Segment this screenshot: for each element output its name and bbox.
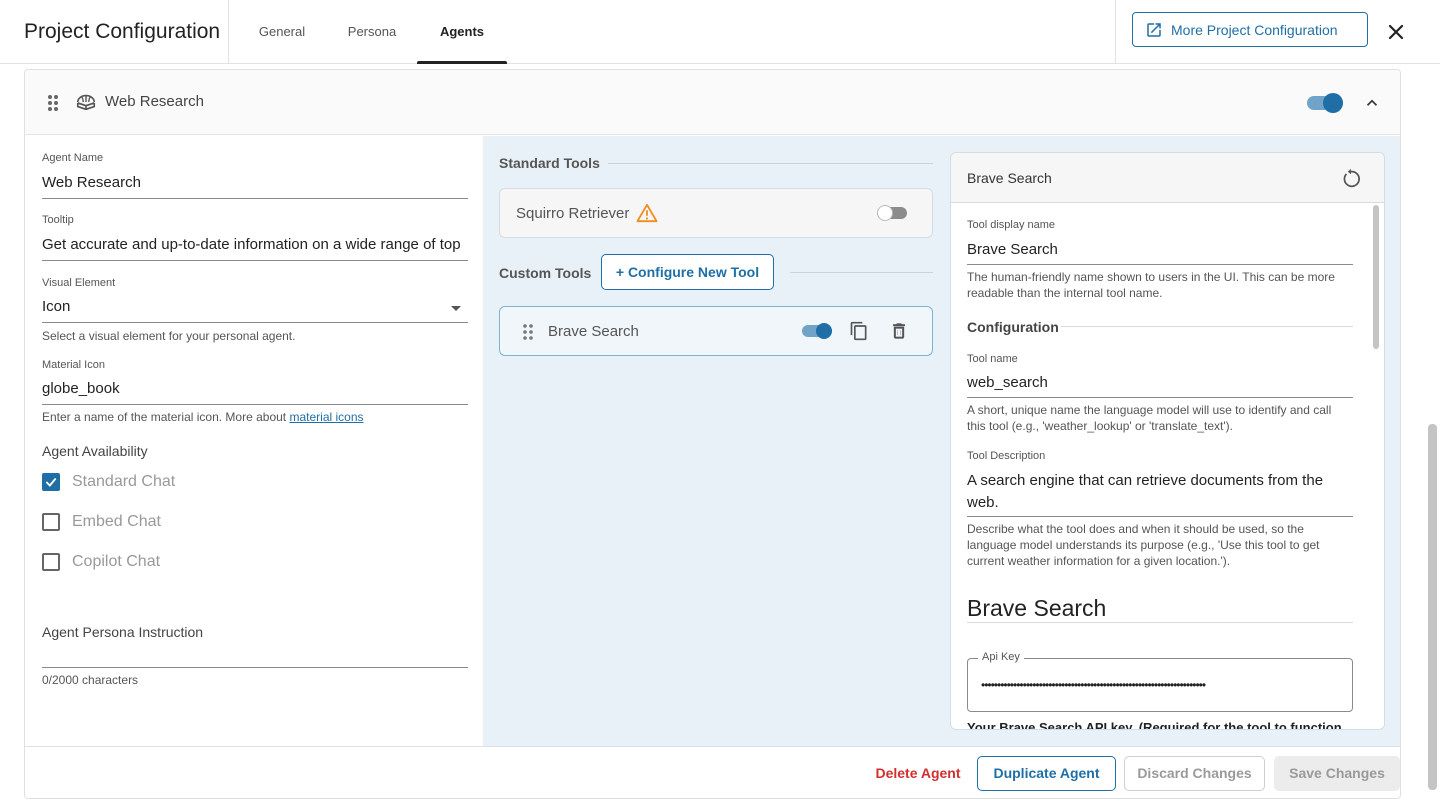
tool-description-label: Tool Description <box>967 450 1046 462</box>
tool-display-name-field[interactable]: Brave Search <box>967 241 1353 265</box>
drag-handle-icon[interactable] <box>523 324 533 340</box>
material-icon-field[interactable]: globe_book <box>42 380 468 405</box>
detail-scrollbar[interactable] <box>1373 205 1379 349</box>
top-bar: Project Configuration General Persona Ag… <box>0 0 1440 64</box>
configuration-heading: Configuration <box>967 319 1059 335</box>
squirro-retriever-toggle[interactable] <box>877 203 909 223</box>
tool-detail-title: Brave Search <box>967 170 1052 186</box>
agent-availability-label: Agent Availability <box>42 443 148 459</box>
agent-card-header[interactable]: Web Research <box>25 70 1400 135</box>
more-button-label: More Project Configuration <box>1171 21 1338 38</box>
tool-name-label: Tool name <box>967 353 1018 365</box>
persona-counter: 0/2000 characters <box>42 673 139 687</box>
persona-instruction-label: Agent Persona Instruction <box>42 624 204 640</box>
tooltip-label: Tooltip <box>42 214 74 226</box>
agent-form: Agent Name Web Research Tooltip Get accu… <box>26 136 483 746</box>
api-key-value: ••••••••••••••••••••••••••••••••••••••••… <box>981 678 1206 692</box>
header-divider-right <box>1115 0 1116 64</box>
agent-card-footer: Delete Agent Duplicate Agent Discard Cha… <box>25 746 1400 798</box>
standard-tools-heading: Standard Tools <box>499 155 600 171</box>
tool-name: Squirro Retriever <box>516 205 630 222</box>
tool-name-hint: A short, unique name the language model … <box>967 403 1332 433</box>
api-key-hint: Your Brave Search API key. (Required for… <box>967 720 1346 730</box>
tab-general[interactable]: General <box>248 0 316 64</box>
tool-detail-header: Brave Search <box>951 153 1384 203</box>
tools-panel: Standard Tools Squirro Retriever Custom … <box>483 136 1400 746</box>
tool-display-name-label: Tool display name <box>967 219 1056 231</box>
agent-enabled-toggle[interactable] <box>1307 92 1345 114</box>
api-key-field[interactable]: Api Key ••••••••••••••••••••••••••••••••… <box>967 651 1353 712</box>
copy-icon[interactable] <box>849 321 869 341</box>
more-project-configuration-button[interactable]: More Project Configuration <box>1132 12 1368 47</box>
brave-search-section-rule <box>967 622 1353 623</box>
reset-icon[interactable] <box>1340 168 1362 190</box>
agent-card-title: Web Research <box>105 93 204 110</box>
discard-changes-button[interactable]: Discard Changes <box>1124 756 1265 791</box>
tool-display-name-hint: The human-friendly name shown to users i… <box>967 270 1335 300</box>
tab-agents[interactable]: Agents <box>417 0 507 64</box>
delete-icon[interactable] <box>889 321 909 341</box>
tab-persona[interactable]: Persona <box>336 0 408 64</box>
copilot-chat-option[interactable]: Copilot Chat <box>42 553 160 571</box>
close-icon[interactable] <box>1384 20 1408 44</box>
custom-tools-heading: Custom Tools <box>499 265 592 281</box>
brave-search-toggle[interactable] <box>802 321 834 341</box>
api-key-label: Api Key <box>978 651 1024 663</box>
page-scrollbar[interactable] <box>1428 424 1437 790</box>
tool-card-squirro-retriever[interactable]: Squirro Retriever <box>499 188 933 238</box>
tool-description-field[interactable]: A search engine that can retrieve docume… <box>967 470 1353 517</box>
material-icons-link[interactable]: material icons <box>289 410 363 424</box>
check-icon <box>45 477 57 487</box>
material-icon-hint: Enter a name of the material icon. More … <box>42 410 364 424</box>
configuration-rule <box>1061 326 1353 327</box>
tool-name-field[interactable]: web_search <box>967 374 1353 398</box>
agent-card: Web Research Agent Name Web Research Too… <box>24 69 1401 799</box>
visual-element-hint: Select a visual element for your persona… <box>42 329 296 343</box>
visual-element-select[interactable]: Icon <box>42 298 468 323</box>
embed-chat-label: Embed Chat <box>72 513 161 530</box>
persona-instruction-field[interactable] <box>42 644 468 668</box>
material-icon-hint-text: Enter a name of the material icon. More … <box>42 410 287 424</box>
delete-agent-button[interactable]: Delete Agent <box>867 756 969 791</box>
custom-tools-rule <box>790 272 933 273</box>
save-changes-button[interactable]: Save Changes <box>1274 756 1400 791</box>
tool-description-hint: Describe what the tool does and when it … <box>967 522 1320 568</box>
embed-chat-option[interactable]: Embed Chat <box>42 513 161 531</box>
copilot-chat-checkbox[interactable] <box>42 553 60 571</box>
header-divider <box>228 0 229 64</box>
tool-detail-panel: Brave Search Tool display name Brave Sea… <box>950 152 1385 730</box>
duplicate-agent-button[interactable]: Duplicate Agent <box>977 756 1116 791</box>
standard-tools-rule <box>608 163 933 164</box>
warning-icon <box>636 203 658 223</box>
standard-chat-checkbox[interactable] <box>42 473 60 491</box>
dropdown-arrow-icon[interactable] <box>450 305 462 313</box>
visual-element-label: Visual Element <box>42 277 116 289</box>
globe-book-icon <box>76 94 96 111</box>
tooltip-field[interactable]: Get accurate and up-to-date information … <box>42 236 468 261</box>
tool-name: Brave Search <box>548 323 639 340</box>
standard-chat-option[interactable]: Standard Chat <box>42 473 175 491</box>
embed-chat-checkbox[interactable] <box>42 513 60 531</box>
agent-name-label: Agent Name <box>42 152 104 164</box>
agent-name-field[interactable]: Web Research <box>42 174 468 199</box>
standard-chat-label: Standard Chat <box>72 473 176 490</box>
visual-element-value: Icon <box>42 298 71 315</box>
brave-search-section-heading: Brave Search <box>967 595 1107 621</box>
drag-handle-icon[interactable] <box>47 94 59 112</box>
open-external-icon <box>1147 22 1161 37</box>
chevron-up-icon[interactable] <box>1363 94 1381 112</box>
configure-new-tool-button[interactable]: + Configure New Tool <box>601 254 774 290</box>
material-icon-label: Material Icon <box>42 359 105 371</box>
copilot-chat-label: Copilot Chat <box>72 553 161 570</box>
page-title: Project Configuration <box>24 20 221 43</box>
tool-card-brave-search[interactable]: Brave Search <box>499 306 933 356</box>
